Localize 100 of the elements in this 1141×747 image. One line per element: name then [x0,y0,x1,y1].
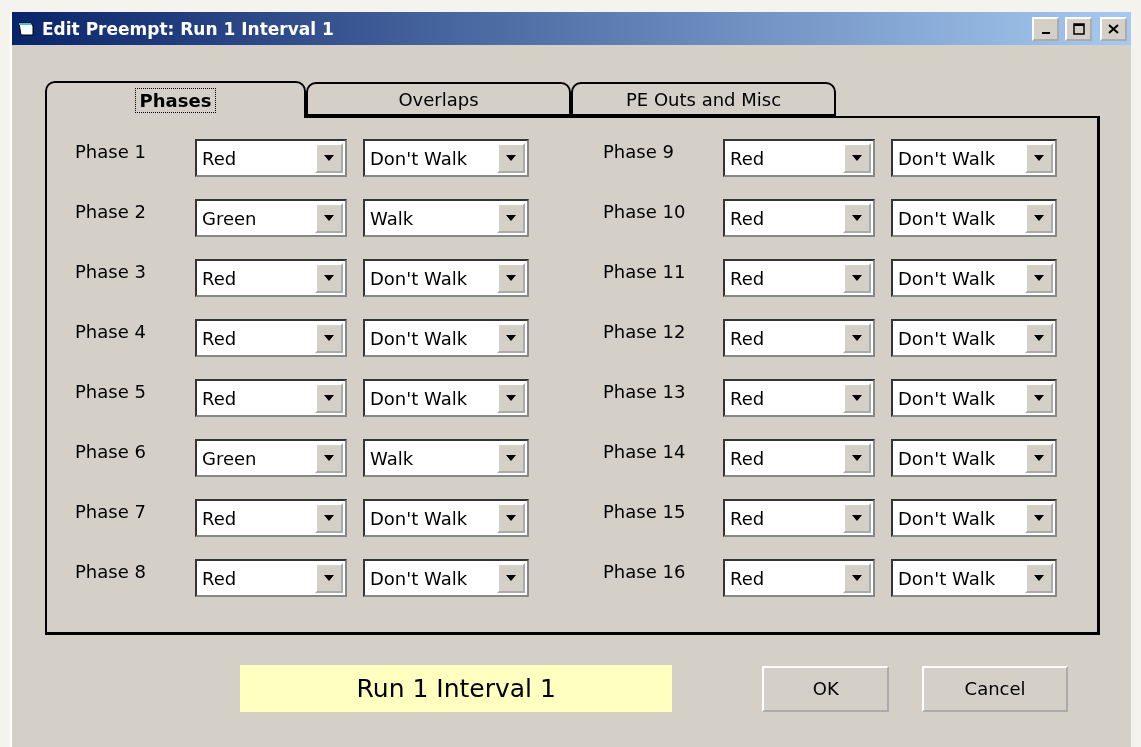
phase-label: Phase 10 [603,200,687,222]
dropdown-button[interactable] [843,263,871,293]
pedestrian-dropdown[interactable]: Don't Walk [363,499,529,537]
pedestrian-dropdown[interactable]: Don't Walk [891,439,1057,477]
pedestrian-dropdown[interactable]: Don't Walk [363,559,529,597]
dropdown-button[interactable] [843,323,871,353]
pedestrian-dropdown[interactable]: Walk [363,199,529,237]
pedestrian-dropdown[interactable]: Don't Walk [891,259,1057,297]
dropdown-arrow-icon [506,155,516,161]
pedestrian-dropdown[interactable]: Walk [363,439,529,477]
dropdown-arrow-icon [324,275,334,281]
tab[interactable]: Phases [45,81,306,118]
dropdown-button[interactable] [1025,503,1053,533]
dropdown-button[interactable] [1025,143,1053,173]
dropdown-button[interactable] [1025,203,1053,233]
signal-dropdown[interactable]: Green [195,199,347,237]
dropdown-button[interactable] [843,203,871,233]
dropdown-arrow-icon [852,395,862,401]
dropdown-arrow-icon [852,275,862,281]
dropdown-arrow-icon [506,455,516,461]
dropdown-button[interactable] [497,203,525,233]
signal-dropdown[interactable]: Red [195,139,347,177]
phase-label: Phase 4 [75,320,147,342]
phase-label: Phase 13 [603,380,687,402]
dropdown-button[interactable] [315,263,343,293]
pedestrian-dropdown[interactable]: Don't Walk [363,379,529,417]
signal-dropdown[interactable]: Red [723,439,875,477]
signal-dropdown[interactable]: Red [723,139,875,177]
signal-dropdown[interactable]: Green [195,439,347,477]
dropdown-button[interactable] [315,443,343,473]
dropdown-button[interactable] [843,443,871,473]
minimize-icon [1041,31,1050,34]
signal-dropdown[interactable]: Red [195,379,347,417]
pedestrian-dropdown[interactable]: Don't Walk [363,259,529,297]
dropdown-button[interactable] [315,503,343,533]
cancel-button[interactable]: Cancel [922,665,1068,712]
signal-dropdown[interactable]: Red [195,499,347,537]
phase-label: Phase 16 [603,560,687,582]
dropdown-arrow-icon [1034,515,1044,521]
signal-dropdown[interactable]: Red [723,379,875,417]
signal-dropdown[interactable]: Red [195,319,347,357]
pedestrian-dropdown[interactable]: Don't Walk [891,379,1057,417]
pedestrian-dropdown[interactable]: Don't Walk [891,139,1057,177]
window-title: Edit Preempt: Run 1 Interval 1 [42,18,335,39]
dropdown-arrow-icon [506,575,516,581]
signal-dropdown[interactable]: Red [723,259,875,297]
dropdown-button[interactable] [497,563,525,593]
dropdown-button[interactable] [315,203,343,233]
dropdown-arrow-icon [852,215,862,221]
pedestrian-dropdown[interactable]: Don't Walk [891,499,1057,537]
pedestrian-dropdown[interactable]: Don't Walk [363,319,529,357]
close-button[interactable] [1100,16,1127,41]
dropdown-button[interactable] [1025,563,1053,593]
phase-label: Phase 8 [75,560,147,582]
dropdown-button[interactable] [315,563,343,593]
pedestrian-dropdown[interactable]: Don't Walk [891,559,1057,597]
signal-dropdown[interactable]: Red [723,499,875,537]
tab[interactable]: Overlaps [306,82,571,116]
dropdown-arrow-icon [1034,275,1044,281]
dropdown-button[interactable] [315,383,343,413]
ok-button[interactable]: OK [762,665,890,712]
signal-dropdown[interactable]: Red [195,259,347,297]
dropdown-button[interactable] [497,323,525,353]
dropdown-button[interactable] [497,143,525,173]
phase-label: Phase 15 [603,500,687,522]
dropdown-button[interactable] [843,503,871,533]
maximize-button[interactable] [1065,16,1092,41]
maximize-icon [1072,22,1085,35]
dropdown-arrow-icon [506,395,516,401]
dropdown-arrow-icon [506,335,516,341]
dropdown-arrow-icon [1034,215,1044,221]
dropdown-arrow-icon [1034,155,1044,161]
minimize-button[interactable] [1032,16,1059,41]
dropdown-arrow-icon [324,395,334,401]
tab[interactable]: PE Outs and Misc [571,82,836,116]
pedestrian-dropdown[interactable]: Don't Walk [891,199,1057,237]
dropdown-button[interactable] [1025,383,1053,413]
dropdown-button[interactable] [843,383,871,413]
dropdown-arrow-icon [324,215,334,221]
window-icon [18,20,36,37]
dropdown-button[interactable] [843,143,871,173]
dropdown-button[interactable] [315,323,343,353]
pedestrian-dropdown[interactable]: Don't Walk [891,319,1057,357]
phase-label: Phase 14 [603,440,687,462]
dropdown-button[interactable] [315,143,343,173]
dropdown-button[interactable] [843,563,871,593]
dropdown-button[interactable] [1025,323,1053,353]
phase-label: Phase 11 [603,260,687,282]
dropdown-button[interactable] [1025,263,1053,293]
signal-dropdown[interactable]: Red [723,319,875,357]
pedestrian-dropdown[interactable]: Don't Walk [363,139,529,177]
dropdown-button[interactable] [497,443,525,473]
signal-dropdown[interactable]: Red [195,559,347,597]
signal-dropdown[interactable]: Red [723,559,875,597]
dropdown-button[interactable] [497,383,525,413]
signal-dropdown[interactable]: Red [723,199,875,237]
dropdown-button[interactable] [497,503,525,533]
phase-label: Phase 3 [75,260,147,282]
dropdown-button[interactable] [497,263,525,293]
dropdown-button[interactable] [1025,443,1053,473]
